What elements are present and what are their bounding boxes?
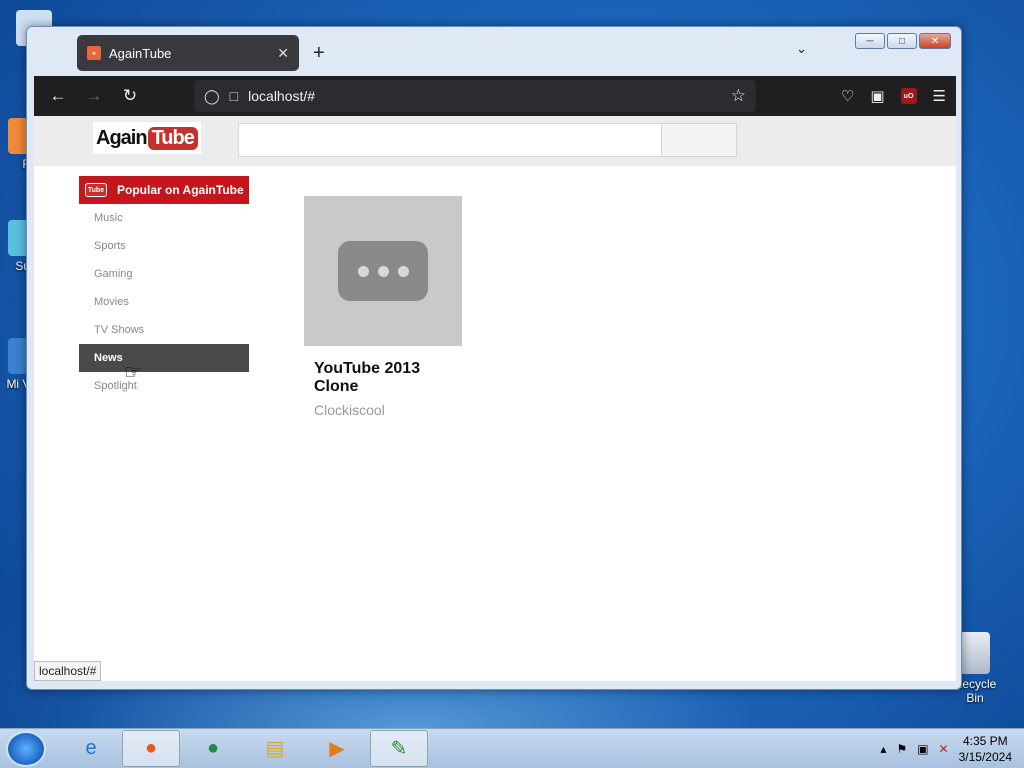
clock-date: 3/15/2024	[958, 750, 1012, 764]
list-tabs-icon[interactable]: ⌄	[796, 41, 807, 57]
search-input[interactable]	[238, 123, 662, 157]
action-center-flag-icon[interactable]: ⚑	[896, 742, 907, 756]
againtube-logo[interactable]: Again Tube	[93, 122, 201, 154]
reload-icon[interactable]: ↻	[112, 86, 148, 106]
bookmark-star-icon[interactable]: ☆	[731, 86, 746, 106]
tab-title: AgainTube	[109, 45, 172, 61]
new-tab-icon[interactable]: +	[313, 42, 325, 65]
firefox-task-icon[interactable]: ●	[122, 730, 180, 767]
back-icon[interactable]: ←	[40, 86, 76, 106]
close-window-button[interactable]: ✕	[919, 33, 951, 49]
tab-againtube[interactable]: ∘ AgainTube ✕	[77, 35, 299, 71]
pocket-icon[interactable]: ♡	[841, 87, 854, 105]
sidebar-item-tv-shows[interactable]: TV Shows	[79, 316, 249, 344]
notepad-plus-icon[interactable]: ✎	[370, 730, 428, 767]
video-placeholder-icon	[338, 241, 428, 301]
file-explorer-icon[interactable]: ▤	[246, 730, 304, 767]
page-content: Again Tube Tube Popular on AgainTube Mus…	[34, 116, 956, 681]
video-thumbnail[interactable]	[304, 196, 462, 346]
video-card[interactable]: YouTube 2013 Clone Clockiscool	[304, 196, 464, 418]
recycle-bin-icon	[960, 632, 990, 674]
sidebar-item-spotlight[interactable]: Spotlight	[79, 372, 249, 400]
internet-explorer-icon[interactable]: e	[62, 730, 120, 767]
ublock-origin-icon[interactable]: uO	[900, 88, 917, 104]
tab-strip: ∘ AgainTube ✕ +	[35, 33, 841, 73]
maximize-button[interactable]: □	[887, 33, 917, 49]
site-header: Again Tube	[34, 116, 956, 166]
forward-icon[interactable]: →	[76, 86, 112, 106]
url-text[interactable]: localhost/#	[248, 88, 315, 104]
toolbar-right: ♡ ▣ uO ☰	[841, 76, 946, 116]
network-icon[interactable]: ▣	[917, 742, 928, 756]
sidebar-item-news[interactable]: News	[79, 344, 249, 372]
start-button[interactable]	[6, 731, 46, 767]
menu-icon[interactable]: ☰	[933, 87, 946, 105]
sidebar-item-sports[interactable]: Sports	[79, 232, 249, 260]
xampp-favicon-icon: ∘	[87, 46, 101, 60]
browser-window: ─ □ ✕ ∘ AgainTube ✕ + ⌄ ← → ↻ ◯ □ localh…	[26, 26, 962, 690]
sidebar-item-movies[interactable]: Movies	[79, 288, 249, 316]
logo-again: Again	[96, 126, 148, 149]
show-hidden-icons-icon[interactable]: ▴	[880, 742, 886, 756]
media-app-icon[interactable]: ●	[184, 730, 242, 767]
search-button[interactable]	[661, 123, 737, 157]
taskbar: e ● ● ▤ ▶ ✎ ▴ ⚑ ▣ ✕ 4:35 PM 3/15/2024	[0, 728, 1024, 768]
logo-tube: Tube	[147, 126, 198, 150]
media-player-icon[interactable]: ▶	[308, 730, 366, 767]
page-icon[interactable]: □	[230, 88, 238, 104]
tube-logo-icon: Tube	[85, 183, 107, 197]
hand-cursor-icon: ☞	[124, 362, 142, 384]
extensions-icon[interactable]: ▣	[870, 87, 884, 105]
window-controls: ─ □ ✕	[855, 33, 951, 49]
sidebar-header: Tube Popular on AgainTube	[79, 176, 249, 204]
sidebar-item-music[interactable]: Music	[79, 204, 249, 232]
address-bar[interactable]: ◯ □ localhost/# ☆	[194, 80, 756, 112]
volume-muted-icon[interactable]: ✕	[939, 742, 949, 756]
category-sidebar: Tube Popular on AgainTube Music Sports G…	[79, 176, 249, 400]
clock[interactable]: 4:35 PM 3/15/2024	[959, 733, 1012, 765]
link-status-bar: localhost/#	[34, 661, 102, 681]
minimize-button[interactable]: ─	[855, 33, 885, 49]
video-channel[interactable]: Clockiscool	[304, 402, 464, 418]
shield-icon[interactable]: ◯	[204, 88, 220, 105]
sidebar-header-label: Popular on AgainTube	[117, 183, 244, 197]
sidebar-item-gaming[interactable]: Gaming	[79, 260, 249, 288]
tab-close-icon[interactable]: ✕	[277, 45, 289, 62]
system-tray: ▴ ⚑ ▣ ✕ 4:35 PM 3/15/2024	[880, 729, 1012, 768]
video-title[interactable]: YouTube 2013 Clone	[304, 360, 434, 396]
clock-time: 4:35 PM	[962, 734, 1008, 748]
navigation-toolbar: ← → ↻ ◯ □ localhost/# ☆ ♡ ▣ uO ☰	[34, 76, 956, 116]
